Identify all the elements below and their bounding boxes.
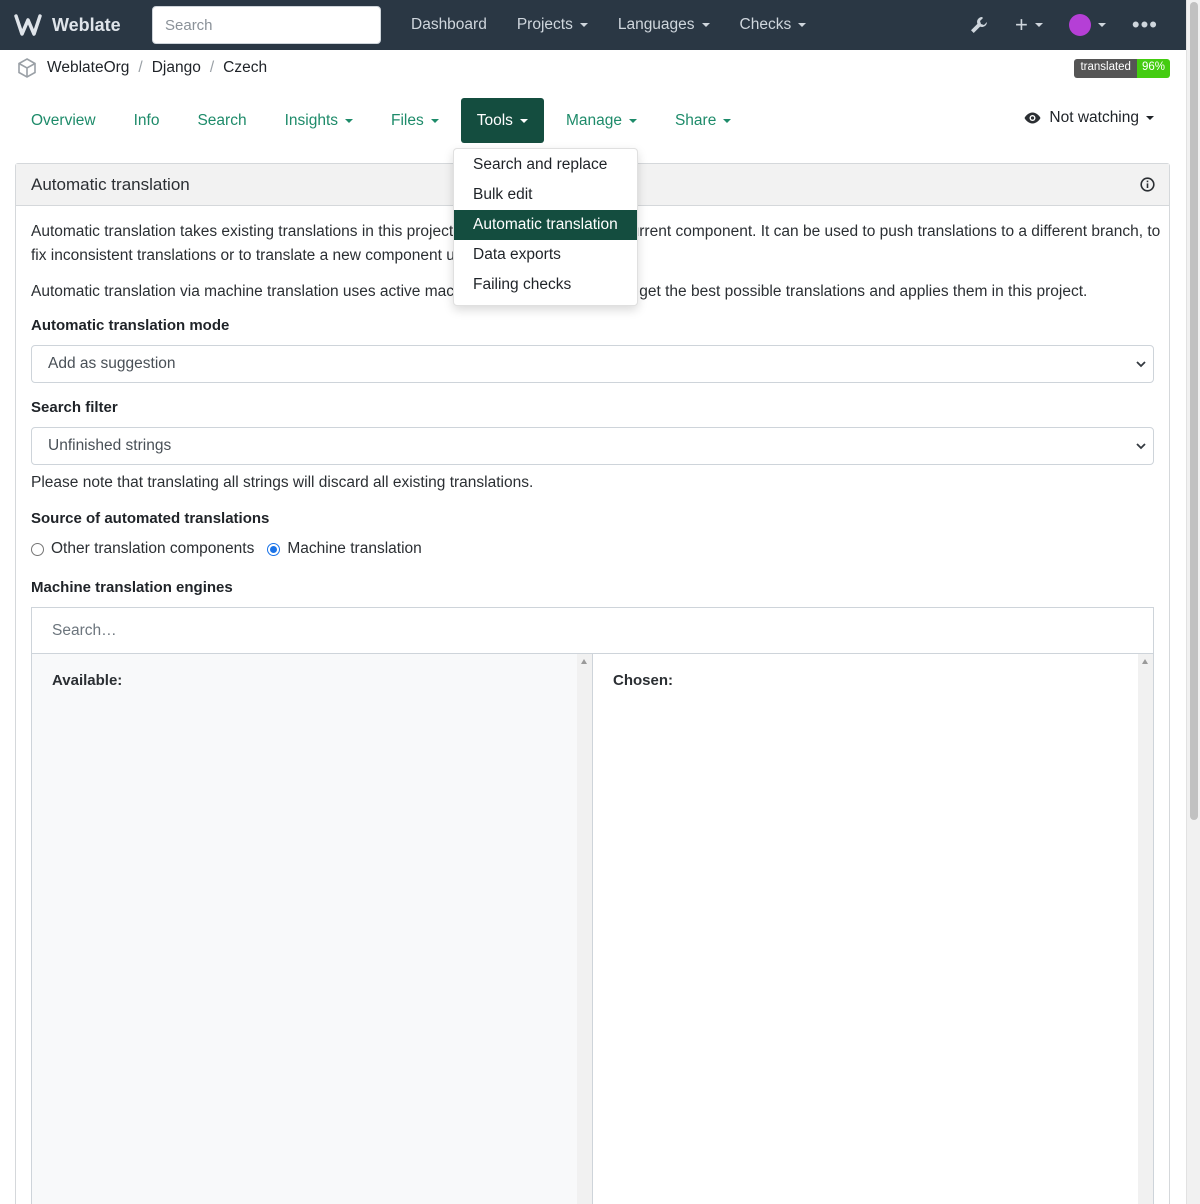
user-menu-button[interactable] [1068,14,1106,36]
top-navbar: Weblate Dashboard Projects Languages Che… [0,0,1186,50]
available-label: Available: [52,672,123,689]
radio-machine-translation[interactable] [267,542,281,556]
caret-down-icon [701,23,710,27]
engine-selector: Search… Available: Chosen: [31,607,1154,1204]
plus-icon: + [1015,12,1028,37]
tab-overview[interactable]: Overview [15,98,112,143]
filter-note: Please note that translating all strings… [31,474,534,491]
breadcrumb-component[interactable]: Django [152,59,201,77]
menu-item-failing-checks[interactable]: Failing checks [454,270,637,300]
engine-search-input[interactable]: Search… [32,608,1153,654]
info-icon[interactable] [1140,177,1155,192]
component-tabs: Overview Info Search Insights Files Tool… [15,98,753,143]
nav-languages[interactable]: Languages [618,16,710,34]
filter-select-value: Unfinished strings [48,437,172,454]
tab-insights[interactable]: Insights [269,98,369,143]
engines-label: Machine translation engines [31,579,233,596]
tab-share[interactable]: Share [659,98,747,143]
breadcrumb-separator: / [209,59,215,76]
chosen-label: Chosen: [613,672,673,689]
mode-label: Automatic translation mode [31,317,230,334]
tab-files[interactable]: Files [375,98,455,143]
mode-select-value: Add as suggestion [48,355,176,372]
menu-item-data-exports[interactable]: Data exports [454,240,637,270]
caret-down-icon [519,118,528,123]
scroll-up-icon[interactable] [581,659,587,664]
watch-toggle[interactable]: Not watching [1024,109,1154,127]
weblate-logo-icon [14,14,42,36]
scroll-up-icon[interactable] [1142,659,1148,664]
available-engines-list[interactable]: Available: [32,654,593,1204]
translation-status-badge[interactable]: translated 96% [1074,59,1170,78]
wrench-icon[interactable] [969,15,989,35]
caret-down-icon [1146,116,1154,120]
tab-search[interactable]: Search [181,98,262,143]
chosen-list-scrollbar[interactable] [1138,654,1153,1204]
caret-down-icon [430,118,439,123]
breadcrumb-language[interactable]: Czech [223,59,267,77]
add-menu-button[interactable]: + [1015,14,1043,36]
chosen-engines-list[interactable]: Chosen: [593,654,1153,1204]
menu-item-bulk-edit[interactable]: Bulk edit [454,180,637,210]
eye-icon [1024,112,1041,124]
caret-down-icon [628,118,637,123]
more-icon[interactable]: ••• [1132,12,1158,38]
available-list-scrollbar[interactable] [577,654,592,1204]
caret-down-icon [345,118,354,123]
breadcrumb: WeblateOrg / Django / Czech [17,58,267,78]
nav-projects[interactable]: Projects [517,16,588,34]
breadcrumb-project-group[interactable]: WeblateOrg [47,59,129,77]
caret-down-icon [798,23,807,27]
breadcrumb-separator: / [138,59,143,76]
tab-info[interactable]: Info [118,98,176,143]
panel-title: Automatic translation [31,174,190,194]
filter-select[interactable]: Unfinished strings [31,427,1154,465]
radio-other-components[interactable] [31,542,44,556]
source-radio-group: Other translation components Machine tra… [31,540,422,558]
tools-dropdown-menu: Search and replace Bulk edit Automatic t… [453,148,638,306]
brand[interactable]: Weblate [14,14,140,36]
tab-tools[interactable]: Tools [460,98,544,143]
page-scrollbar[interactable] [1186,0,1200,1204]
radio-other-components-label[interactable]: Other translation components [51,540,254,558]
radio-machine-translation-label[interactable]: Machine translation [287,540,421,558]
caret-down-icon [1034,23,1043,27]
nav-dashboard[interactable]: Dashboard [411,16,487,34]
badge-label: translated [1074,59,1137,78]
chevron-down-icon [1136,361,1146,368]
chevron-down-icon [1136,443,1146,450]
caret-down-icon [1097,23,1106,27]
mode-select[interactable]: Add as suggestion [31,345,1154,383]
nav-checks[interactable]: Checks [740,16,807,34]
scrollbar-thumb[interactable] [1190,2,1198,820]
brand-name: Weblate [52,14,121,35]
watch-label: Not watching [1049,109,1139,126]
menu-item-automatic-translation[interactable]: Automatic translation [454,210,637,240]
avatar [1068,14,1091,36]
menu-item-search-and-replace[interactable]: Search and replace [454,150,637,180]
automatic-translation-panel: Automatic translation Automatic translat… [15,163,1170,1204]
caret-down-icon [579,23,588,27]
badge-value: 96% [1136,59,1170,78]
tab-manage[interactable]: Manage [550,98,653,143]
caret-down-icon [723,118,732,123]
organization-icon [18,58,36,78]
global-search-input[interactable] [152,6,381,44]
filter-label: Search filter [31,399,118,416]
source-label: Source of automated translations [31,510,270,527]
